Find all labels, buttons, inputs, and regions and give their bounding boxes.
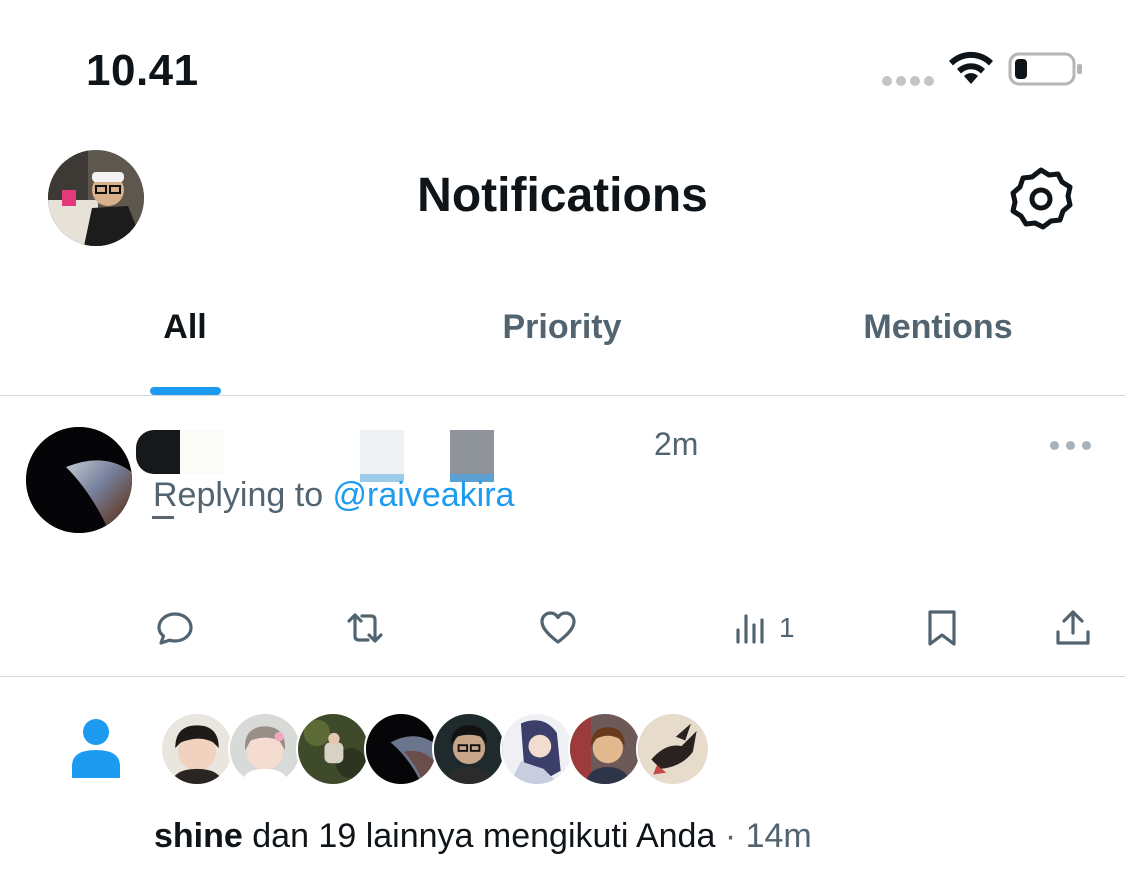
- reply-prefix: Replying to: [153, 476, 333, 514]
- share-button[interactable]: [1053, 608, 1093, 648]
- redacted-name-block: [180, 430, 224, 474]
- tweet-timestamp: 2m: [654, 426, 699, 462]
- follower-avatar[interactable]: [636, 712, 710, 786]
- person-icon: [72, 719, 120, 778]
- heart-icon: [540, 611, 576, 644]
- redacted-handle-block: [450, 430, 494, 482]
- gear-icon[interactable]: [1008, 166, 1074, 232]
- bookmark-icon: [928, 610, 956, 646]
- separator-dot: ·: [715, 817, 746, 855]
- tab-priority[interactable]: Priority: [462, 308, 662, 347]
- follow-message: dan 19 lainnya mengikuti Anda: [242, 817, 716, 855]
- signal-dots-icon: [882, 76, 934, 86]
- follower-avatar[interactable]: [364, 712, 438, 786]
- replying-to-line: Replying to @raiveakira: [153, 476, 514, 515]
- reply-button[interactable]: [155, 608, 195, 648]
- views-icon: [736, 614, 764, 644]
- divider: [0, 676, 1125, 677]
- redacted-handle-block: [360, 430, 404, 482]
- clipped-text-fragment: [152, 516, 174, 519]
- status-time: 10.41: [86, 46, 199, 95]
- tab-mentions[interactable]: Mentions: [838, 308, 1038, 347]
- tab-bar: All Priority Mentions: [0, 300, 1125, 396]
- follower-name[interactable]: shine: [154, 817, 243, 855]
- views-button[interactable]: 1: [731, 608, 795, 648]
- views-count: 1: [779, 612, 795, 643]
- battery-icon: [1008, 52, 1082, 86]
- reply-handle-link[interactable]: @raiveakira: [333, 476, 515, 514]
- active-tab-indicator: [150, 387, 221, 395]
- bookmark-button[interactable]: [922, 608, 962, 648]
- retweet-button[interactable]: [345, 608, 385, 648]
- tweet-action-bar: 1: [0, 600, 1125, 660]
- follower-avatar[interactable]: [568, 712, 642, 786]
- follower-avatar[interactable]: [228, 712, 302, 786]
- follower-avatar[interactable]: [160, 712, 234, 786]
- like-button[interactable]: [538, 608, 578, 648]
- retweet-icon: [347, 613, 383, 643]
- follow-notification-text[interactable]: shine dan 19 lainnya mengikuti Anda · 14…: [154, 817, 812, 856]
- page-title: Notifications: [417, 169, 708, 222]
- follower-avatar[interactable]: [296, 712, 370, 786]
- reply-icon: [157, 612, 193, 645]
- follower-avatar[interactable]: [500, 712, 574, 786]
- follow-timestamp: 14m: [745, 817, 812, 855]
- more-options-icon[interactable]: [1050, 441, 1091, 450]
- follower-avatar[interactable]: [432, 712, 506, 786]
- wifi-icon: [949, 51, 993, 84]
- share-icon: [1056, 610, 1090, 645]
- redacted-name-block: [136, 430, 180, 474]
- tab-all[interactable]: All: [140, 308, 230, 347]
- tweet-author-avatar[interactable]: [26, 427, 132, 533]
